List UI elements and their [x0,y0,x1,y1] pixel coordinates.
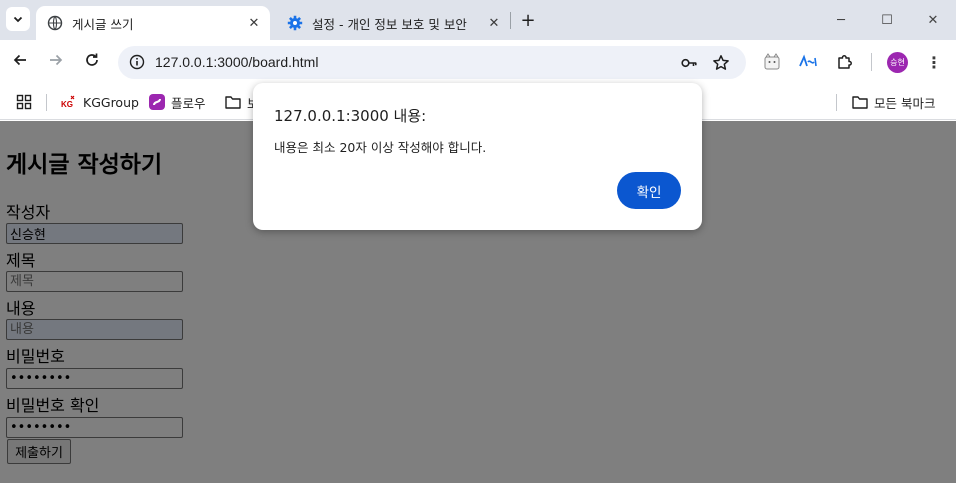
close-window-button[interactable]: ✕ [918,8,948,32]
arrow-right-icon [48,52,64,72]
profile-avatar[interactable]: 승현 [887,52,908,73]
all-bookmarks-label: 모든 북마크 [874,95,936,111]
bookmark-divider [836,94,837,111]
back-button[interactable] [8,50,32,74]
address-bar[interactable]: 127.0.0.1:3000/board.html [118,46,746,79]
tab-divider [510,12,511,29]
minimize-button[interactable]: ─ [826,8,856,32]
url-text: 127.0.0.1:3000/board.html [155,54,319,70]
bookmark-flow[interactable]: 플로우 [149,92,206,112]
close-icon[interactable]: ✕ [484,13,504,33]
apps-grid-button[interactable] [16,92,38,112]
folder-icon [852,95,868,109]
plus-icon: + [520,9,536,31]
gear-icon [287,15,303,31]
apps-grid-icon [16,94,32,110]
bookmark-divider [46,94,47,111]
dialog-title: 127.0.0.1:3000 내용: [274,107,427,125]
extensions-puzzle-icon[interactable] [833,50,857,74]
more-menu-icon[interactable]: ⋮ [924,51,944,73]
minimize-icon: ─ [837,12,845,28]
svg-text:KG: KG [61,100,73,109]
close-icon[interactable]: ✕ [244,13,264,33]
tab-title: 게시글 쓰기 [72,16,134,32]
browser-toolbar: 127.0.0.1:3000/board.html 승현 ⋮ [0,40,956,85]
kg-logo-icon: KG [61,94,77,110]
alert-dialog: 127.0.0.1:3000 내용: 내용은 최소 20자 이상 작성해야 합니… [253,83,702,230]
close-icon: ✕ [927,12,939,28]
dialog-message: 내용은 최소 20자 이상 작성해야 합니다. [274,140,487,155]
tab-settings[interactable]: 설정 - 개인 정보 보호 및 보안 ✕ [276,6,510,40]
tab-board[interactable]: 게시글 쓰기 ✕ [36,6,270,40]
forward-button[interactable] [44,50,68,74]
new-tab-button[interactable]: + [517,9,539,31]
tab-search-button[interactable] [6,7,30,31]
flow-logo-icon [149,94,165,110]
ok-button[interactable]: 확인 [617,172,681,209]
bookmark-label: 플로우 [171,95,206,111]
bookmark-kggroup[interactable]: KG KGGroup [61,92,139,112]
cat-extension-icon[interactable] [760,50,784,74]
all-bookmarks-button[interactable]: 모든 북마크 [852,92,935,112]
extension-wave-icon[interactable] [796,50,820,74]
reload-icon [84,52,100,72]
arrow-left-icon [12,52,28,72]
reload-button[interactable] [80,50,104,74]
chevron-down-icon [12,10,24,29]
maximize-button[interactable]: ☐ [872,8,902,32]
toolbar-divider [871,53,872,71]
globe-icon [47,15,63,31]
tab-strip: 게시글 쓰기 ✕ 설정 - 개인 정보 보호 및 보안 ✕ + ─ ☐ ✕ [0,0,956,40]
bookmark-label: KGGroup [83,94,139,110]
key-icon[interactable] [678,52,700,74]
site-info-icon[interactable] [126,51,148,73]
star-icon[interactable] [710,52,732,74]
maximize-icon: ☐ [881,12,893,28]
folder-icon [225,95,241,109]
tab-title: 설정 - 개인 정보 보호 및 보안 [312,16,467,32]
